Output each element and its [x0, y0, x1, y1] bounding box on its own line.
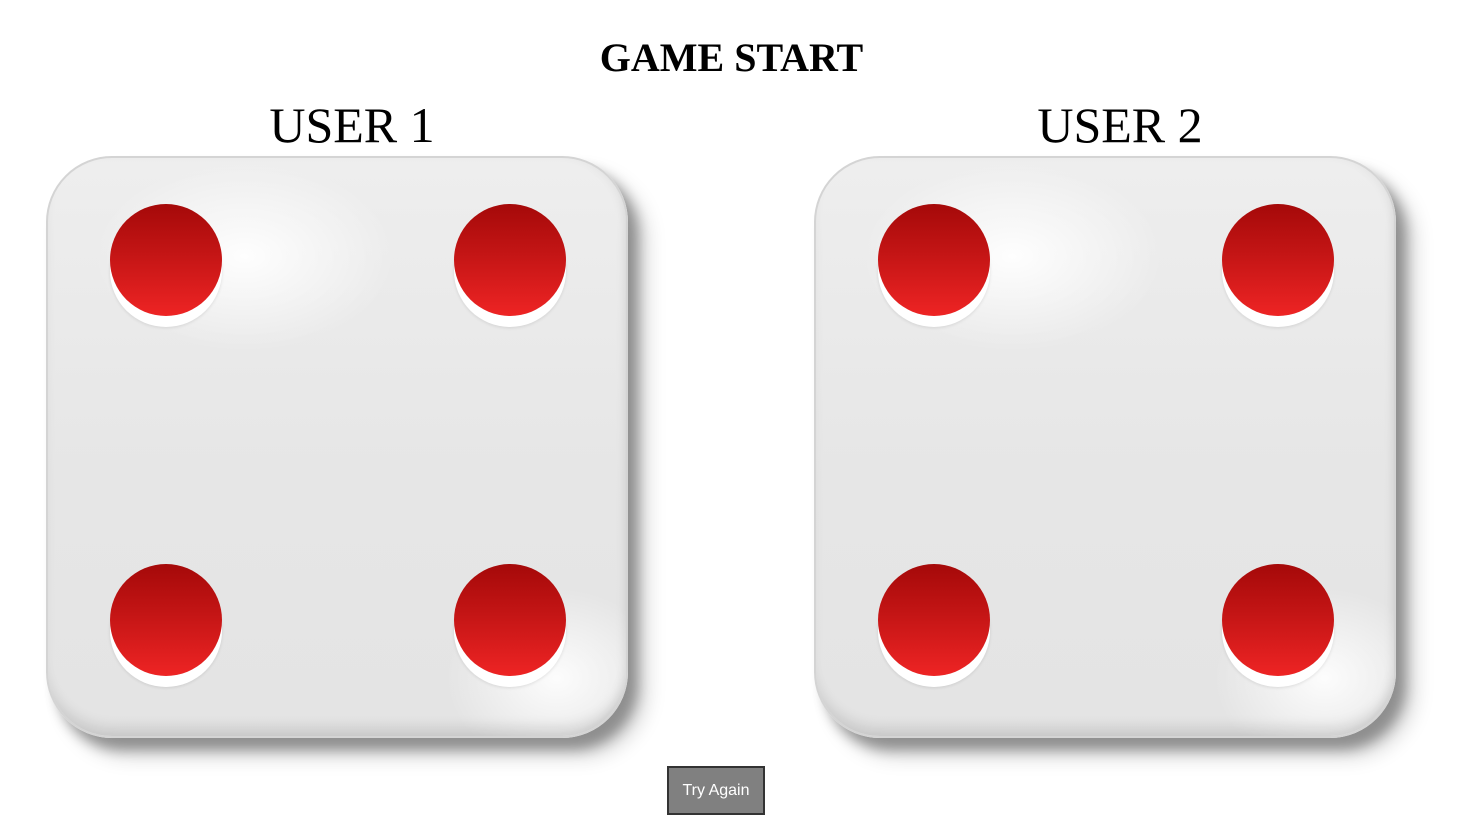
die-pip [454, 204, 566, 316]
player-1-panel: USER 1 [32, 95, 672, 738]
die-pip [1222, 204, 1334, 316]
player-2-label: USER 2 [1037, 97, 1203, 153]
die-pip [110, 564, 222, 676]
player-2-die [814, 156, 1396, 738]
player-1-label: USER 1 [269, 97, 435, 153]
die-pip [878, 204, 990, 316]
die-pip [110, 204, 222, 316]
die-pip [878, 564, 990, 676]
try-again-button[interactable]: Try Again [667, 766, 765, 815]
die-pip [1222, 564, 1334, 676]
player-2-panel: USER 2 [800, 95, 1440, 738]
game-title: GAME START [599, 35, 864, 80]
die-pip [454, 564, 566, 676]
player-1-die [46, 156, 628, 738]
